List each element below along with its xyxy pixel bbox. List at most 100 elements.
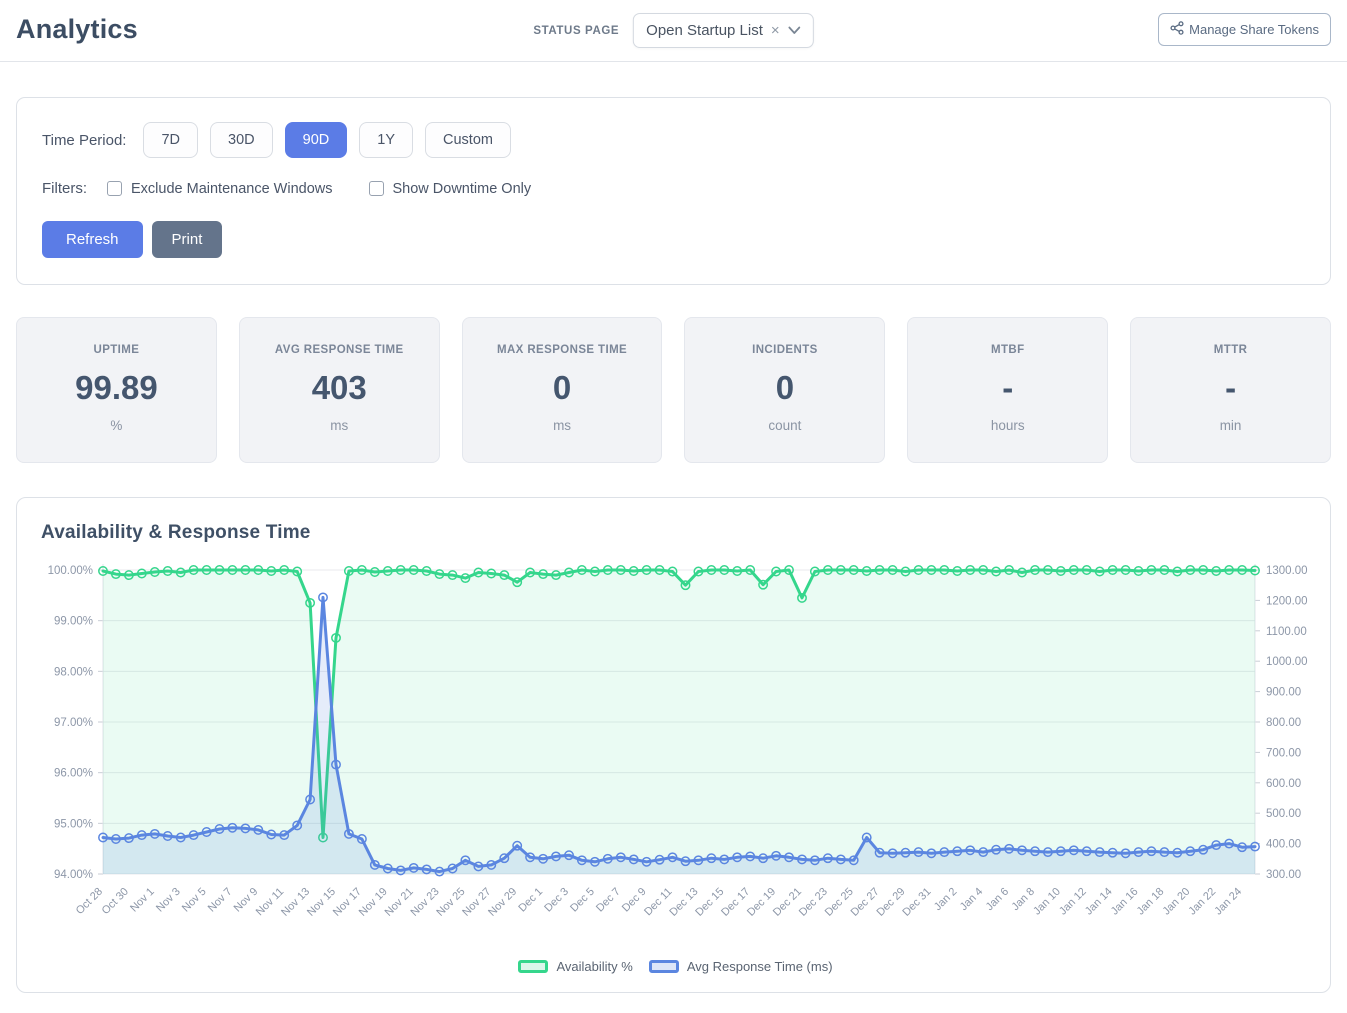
svg-text:100.00%: 100.00% xyxy=(48,565,93,577)
stat-unit: count xyxy=(693,418,876,433)
stat-value: 0 xyxy=(471,369,654,407)
filters-row: Filters: Exclude Maintenance Windows Sho… xyxy=(42,180,1305,197)
svg-text:1200.00: 1200.00 xyxy=(1266,595,1308,607)
status-page-selected-value: Open Startup List xyxy=(646,22,763,39)
svg-text:500.00: 500.00 xyxy=(1266,808,1301,820)
svg-text:98.00%: 98.00% xyxy=(54,666,93,678)
stat-card-uptime: UPTIME 99.89 % xyxy=(16,317,217,463)
time-period-90d-button[interactable]: 90D xyxy=(285,122,348,158)
svg-text:800.00: 800.00 xyxy=(1266,717,1301,729)
stat-card-mtbf: MTBF - hours xyxy=(907,317,1108,463)
clear-selection-icon[interactable]: × xyxy=(771,23,780,38)
stat-label: INCIDENTS xyxy=(693,344,876,356)
chart-title: Availability & Response Time xyxy=(41,522,1312,544)
svg-text:400.00: 400.00 xyxy=(1266,839,1301,851)
svg-text:700.00: 700.00 xyxy=(1266,747,1301,759)
svg-text:Jan 2: Jan 2 xyxy=(932,886,960,914)
svg-text:900.00: 900.00 xyxy=(1266,687,1301,699)
svg-text:600.00: 600.00 xyxy=(1266,778,1301,790)
svg-text:Dec 1: Dec 1 xyxy=(516,886,545,915)
svg-text:Dec 5: Dec 5 xyxy=(568,886,597,915)
availability-swatch-icon xyxy=(518,960,548,973)
svg-text:95.00%: 95.00% xyxy=(54,818,93,830)
exclude-maintenance-text: Exclude Maintenance Windows xyxy=(131,181,333,197)
print-button[interactable]: Print xyxy=(152,221,223,258)
show-downtime-checkbox[interactable] xyxy=(369,181,384,196)
status-page-selector-group: STATUS PAGE Open Startup List × xyxy=(533,13,813,48)
stat-unit: ms xyxy=(248,418,431,433)
svg-text:Nov 7: Nov 7 xyxy=(206,886,235,915)
svg-text:Nov 5: Nov 5 xyxy=(180,886,209,915)
stat-unit: % xyxy=(25,418,208,433)
stat-card-mttr: MTTR - min xyxy=(1130,317,1331,463)
filters-label: Filters: xyxy=(42,180,87,197)
stat-label: MTBF xyxy=(916,344,1099,356)
stat-label: MTTR xyxy=(1139,344,1322,356)
stat-card-avg-response: AVG RESPONSE TIME 403 ms xyxy=(239,317,440,463)
svg-text:Nov 3: Nov 3 xyxy=(154,886,183,915)
svg-text:Jan 22: Jan 22 xyxy=(1186,886,1218,918)
stat-label: UPTIME xyxy=(25,344,208,356)
show-downtime-checkbox-label[interactable]: Show Downtime Only xyxy=(369,181,532,197)
actions-row: Refresh Print xyxy=(42,221,1305,258)
manage-share-tokens-label: Manage Share Tokens xyxy=(1189,22,1319,37)
svg-text:Dec 3: Dec 3 xyxy=(542,886,571,915)
availability-response-chart: 100.00%99.00%98.00%97.00%96.00%95.00%94.… xyxy=(39,558,1322,950)
legend-response-label: Avg Response Time (ms) xyxy=(687,959,833,974)
response-swatch-icon xyxy=(649,960,679,973)
stat-value: 0 xyxy=(693,369,876,407)
svg-text:Jan 4: Jan 4 xyxy=(958,886,986,914)
share-icon xyxy=(1170,21,1184,38)
manage-share-tokens-button[interactable]: Manage Share Tokens xyxy=(1158,13,1331,46)
status-page-label: STATUS PAGE xyxy=(533,25,619,37)
legend-item-response: Avg Response Time (ms) xyxy=(649,959,833,974)
availability-area xyxy=(103,570,1255,874)
chart-panel: Availability & Response Time 100.00%99.0… xyxy=(16,497,1331,993)
status-page-select[interactable]: Open Startup List × xyxy=(633,13,814,48)
time-period-row: Time Period: 7D 30D 90D 1Y Custom xyxy=(42,122,1305,158)
time-period-30d-button[interactable]: 30D xyxy=(210,122,273,158)
svg-text:1300.00: 1300.00 xyxy=(1266,565,1308,577)
page-title: Analytics xyxy=(16,14,138,45)
time-period-custom-button[interactable]: Custom xyxy=(425,122,511,158)
chart-legend: Availability % Avg Response Time (ms) xyxy=(39,959,1312,974)
legend-item-availability: Availability % xyxy=(518,959,632,974)
svg-text:Jan 16: Jan 16 xyxy=(1109,886,1141,918)
svg-text:Dec 31: Dec 31 xyxy=(900,886,933,919)
exclude-maintenance-checkbox[interactable] xyxy=(107,181,122,196)
svg-text:Jan 12: Jan 12 xyxy=(1057,886,1089,918)
svg-text:97.00%: 97.00% xyxy=(54,717,93,729)
refresh-button[interactable]: Refresh xyxy=(42,221,143,258)
time-period-7d-button[interactable]: 7D xyxy=(143,122,198,158)
stat-value: - xyxy=(916,369,1099,407)
svg-text:Nov 29: Nov 29 xyxy=(486,886,519,919)
stat-value: - xyxy=(1139,369,1322,407)
stat-card-incidents: INCIDENTS 0 count xyxy=(684,317,885,463)
svg-text:Jan 10: Jan 10 xyxy=(1031,886,1063,918)
svg-text:94.00%: 94.00% xyxy=(54,869,93,881)
stat-card-max-response: MAX RESPONSE TIME 0 ms xyxy=(462,317,663,463)
svg-text:Jan 24: Jan 24 xyxy=(1212,886,1244,918)
svg-text:Nov 1: Nov 1 xyxy=(128,886,157,915)
svg-text:Jan 14: Jan 14 xyxy=(1083,886,1115,918)
svg-text:Oct 28: Oct 28 xyxy=(74,886,105,917)
controls-panel: Time Period: 7D 30D 90D 1Y Custom Filter… xyxy=(16,97,1331,285)
stat-label: MAX RESPONSE TIME xyxy=(471,344,654,356)
svg-text:Jan 6: Jan 6 xyxy=(984,886,1012,914)
stats-row: UPTIME 99.89 % AVG RESPONSE TIME 403 ms … xyxy=(16,317,1331,463)
exclude-maintenance-checkbox-label[interactable]: Exclude Maintenance Windows xyxy=(107,181,333,197)
header: Analytics STATUS PAGE Open Startup List … xyxy=(0,0,1347,62)
svg-text:Jan 18: Jan 18 xyxy=(1135,886,1167,918)
show-downtime-text: Show Downtime Only xyxy=(393,181,532,197)
time-period-1y-button[interactable]: 1Y xyxy=(359,122,413,158)
chart-area: 100.00%99.00%98.00%97.00%96.00%95.00%94.… xyxy=(39,558,1312,955)
stat-value: 403 xyxy=(248,369,431,407)
stat-unit: ms xyxy=(471,418,654,433)
svg-text:Dec 7: Dec 7 xyxy=(594,886,623,915)
svg-text:300.00: 300.00 xyxy=(1266,869,1301,881)
legend-availability-label: Availability % xyxy=(556,959,632,974)
svg-text:1100.00: 1100.00 xyxy=(1266,626,1307,638)
stat-value: 99.89 xyxy=(25,369,208,407)
stat-unit: min xyxy=(1139,418,1322,433)
svg-text:Oct 30: Oct 30 xyxy=(100,886,131,917)
